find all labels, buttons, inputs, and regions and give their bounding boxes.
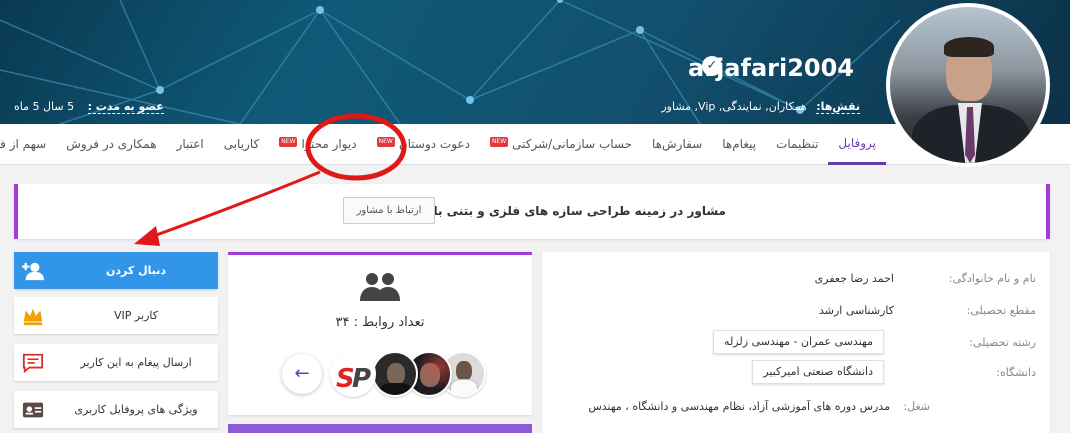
people-icon (360, 273, 400, 301)
field-chip[interactable]: مهندسی عمران - مهندسی زلزله (713, 330, 884, 354)
connections-panel: تعداد روابط : ۳۴ ← S P (228, 252, 532, 415)
tab-label: تنظیمات (776, 136, 819, 151)
tab-item[interactable]: کاریابی (214, 124, 270, 165)
roles-label: نقش‌ها: (816, 100, 860, 114)
svg-text:P: P (352, 364, 371, 394)
new-badge: NEW (489, 136, 509, 147)
add-user-icon (22, 262, 44, 281)
membership: عضو به مدت : 5 سال 5 ماه (14, 100, 164, 114)
id-card-icon (22, 402, 44, 418)
contact-consultant-button[interactable]: ارتباط با مشاور (343, 197, 435, 224)
tab-item[interactable]: دعوت دوستانNEW (367, 124, 480, 165)
tab-label: حساب سازمانی/شرکتی (512, 136, 633, 151)
name-value: احمد رضا جعفری (814, 272, 894, 285)
tab-label: کاریابی (223, 136, 260, 151)
message-icon (22, 353, 44, 374)
profile-features-label: ویژگی های پروفایل کاربری (74, 403, 198, 416)
bio-banner: مشاور در زمینه طراحی سازه های فلزی و بتن… (14, 184, 1050, 239)
tab-label: دیوار محتوا (301, 136, 357, 151)
tab-item[interactable]: سهم از فروش (0, 124, 56, 165)
info-row-university: دانشگاه: دانشگاه صنعتی امیرکبیر (542, 360, 1050, 388)
connection-avatar[interactable]: S P (330, 351, 376, 397)
membership-label: عضو به مدت : (87, 100, 164, 114)
follow-label: دنبال کردن (105, 264, 167, 277)
university-chip[interactable]: دانشگاه صنعتی امیرکبیر (752, 360, 884, 384)
new-badge: NEW (279, 136, 298, 147)
tab-item[interactable]: پیغام‌ها (712, 124, 766, 165)
info-row-field: رشته تحصیلی: مهندسی عمران - مهندسی زلزله (542, 330, 1050, 358)
tab-label: اعتبار (176, 136, 204, 151)
connections-prev-button[interactable]: ← (282, 354, 322, 394)
roles-value: همکاران, نمایندگی, Vip, مشاور (661, 100, 807, 113)
tab-label: سفارش‌ها (652, 136, 703, 151)
new-badge: NEW (376, 136, 395, 147)
send-message-button[interactable]: ارسال پیغام به این کاربر (14, 344, 218, 381)
tab-label: پیغام‌ها (722, 136, 757, 151)
connections-count: تعداد روابط : ۳۴ (335, 315, 425, 330)
degree-label: مقطع تحصیلی: (966, 304, 1036, 317)
degree-value: کارشناسی ارشد (818, 304, 894, 317)
roles: نقش‌ها: همکاران, نمایندگی, Vip, مشاور (661, 100, 860, 114)
crown-icon (23, 308, 43, 326)
follow-button[interactable]: دنبال کردن (14, 252, 218, 289)
tab-item[interactable]: اعتبار (167, 124, 214, 165)
tab-item[interactable]: تنظیمات (766, 124, 828, 165)
field-label: رشته تحصیلی: (969, 336, 1036, 349)
vip-user-badge: کاربر VIP (14, 297, 218, 334)
tab-label: سهم از فروش (0, 136, 47, 151)
university-label: دانشگاه: (996, 366, 1036, 379)
tab-label: پروفایل (838, 135, 876, 150)
tab-label: همکاری در فروش (66, 136, 157, 151)
tab-item[interactable]: سفارش‌ها (642, 124, 712, 165)
tab-item[interactable]: حساب سازمانی/شرکتیNEW (480, 124, 642, 165)
profile-avatar[interactable] (886, 3, 1050, 167)
info-row-name: نام و نام خانوادگی: احمد رضا جعفری (542, 266, 1050, 294)
job-label: شغل: (903, 400, 930, 413)
profile-features-button[interactable]: ویژگی های پروفایل کاربری (14, 391, 218, 428)
job-value: مدرس دوره های آموزشی آزاد، نظام مهندسی و… (588, 400, 890, 413)
tab-label: دعوت دوستان (398, 136, 470, 151)
name-label: نام و نام خانوادگی: (948, 272, 1036, 285)
tab-item[interactable]: دیوار محتواNEW (269, 124, 366, 165)
membership-value: 5 سال 5 ماه (14, 100, 75, 113)
sp-logo-icon: S P (336, 364, 371, 394)
tab-item[interactable]: پروفایل (828, 124, 886, 165)
vip-label: کاربر VIP (114, 309, 158, 322)
verified-icon: ✓ (702, 56, 722, 76)
profile-info-panel: نام و نام خانوادگی: احمد رضا جعفری مقطع … (542, 252, 1050, 433)
info-row-job: شغل: مدرس دوره های آموزشی آزاد، نظام مهن… (542, 394, 1050, 422)
connection-avatar[interactable] (372, 351, 418, 397)
tab-item[interactable]: همکاری در فروش (56, 124, 166, 165)
purple-panel-top (228, 424, 532, 433)
info-row-degree: مقطع تحصیلی: کارشناسی ارشد (542, 298, 1050, 326)
send-message-label: ارسال پیغام به این کاربر (80, 356, 192, 369)
